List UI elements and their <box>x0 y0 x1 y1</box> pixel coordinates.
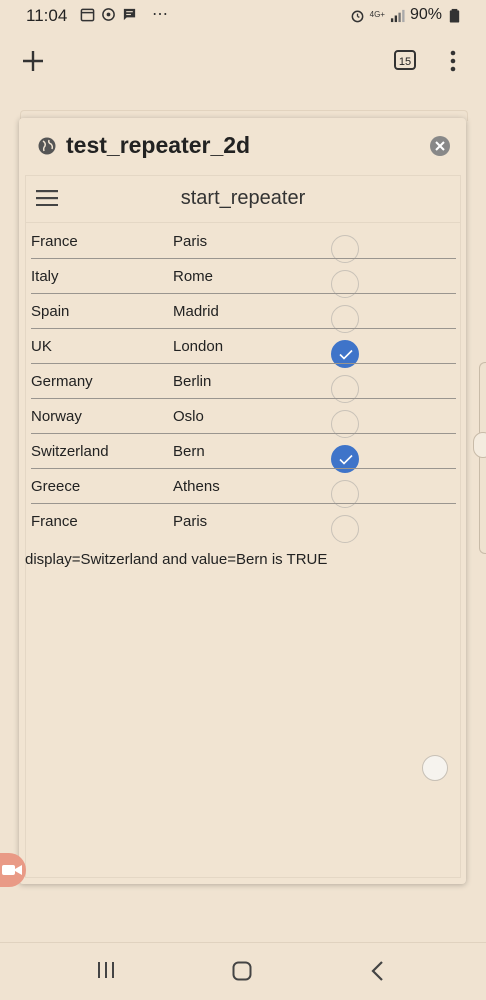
row-value: London <box>173 338 224 355</box>
sync-icon <box>102 8 115 21</box>
repeater-header: start_repeater <box>26 176 460 223</box>
table-row: France Paris <box>26 224 460 263</box>
back-icon[interactable] <box>370 960 384 982</box>
row-checkbox[interactable] <box>331 515 359 543</box>
table-row: Germany Berlin <box>26 364 460 403</box>
table-row: France Paris <box>26 504 460 543</box>
tabs-button[interactable]: 15 <box>394 50 416 70</box>
card-title: test_repeater_2d <box>66 132 251 158</box>
status-bar: 11:04 ⋯ 4G+ 90% <box>0 0 486 32</box>
table-row: UK London <box>26 329 460 368</box>
result-text: display=Switzerland and value=Bern is TR… <box>25 551 328 568</box>
recent-apps-icon[interactable] <box>97 962 115 978</box>
row-value: Paris <box>173 513 208 530</box>
table-row: Switzerland Bern <box>26 434 460 473</box>
globe-icon <box>38 137 56 155</box>
checkmark-icon <box>339 349 353 360</box>
row-display: Greece <box>31 478 81 495</box>
table-row: Spain Madrid <box>26 294 460 333</box>
row-display: Spain <box>31 303 70 320</box>
repeater-rows: France Paris Italy Rome Spain Madrid UK … <box>26 224 460 543</box>
navigation-bar <box>0 942 486 1000</box>
battery-percent: 90% <box>409 6 442 23</box>
table-row: Greece Athens <box>26 469 460 508</box>
row-value: Rome <box>173 268 214 285</box>
row-display: Italy <box>31 268 59 285</box>
alarm-icon <box>351 10 364 22</box>
row-value: Athens <box>173 478 220 495</box>
video-camera-icon <box>2 865 22 875</box>
close-icon[interactable] <box>430 136 450 156</box>
message-icon <box>123 8 136 21</box>
status-right: 4G+ 90% <box>350 6 462 24</box>
row-value: Bern <box>173 443 205 460</box>
row-value: Paris <box>173 233 208 250</box>
edge-panel-handle[interactable] <box>479 362 486 554</box>
more-notifications-icon: ⋯ <box>152 6 169 23</box>
status-time: 11:04 <box>26 6 68 25</box>
card-header: test_repeater_2d <box>19 118 466 174</box>
notification-icons <box>80 7 137 22</box>
row-value: Berlin <box>173 373 212 390</box>
row-display: France <box>31 233 78 250</box>
network-type: 4G+ <box>369 10 385 19</box>
row-display: Norway <box>31 408 82 425</box>
repeater-panel: start_repeater France Paris Italy Rome S… <box>25 175 461 878</box>
edge-panel-knob[interactable] <box>473 432 486 458</box>
row-display: Switzerland <box>31 443 109 460</box>
battery-icon <box>449 8 460 23</box>
checkmark-icon <box>339 454 353 465</box>
more-vert-icon[interactable] <box>447 50 459 72</box>
add-button[interactable] <box>20 48 46 74</box>
row-value: Madrid <box>173 303 219 320</box>
row-display: Germany <box>31 373 93 390</box>
form-card: test_repeater_2d start_repeater France P… <box>19 118 466 884</box>
calendar-icon <box>80 8 95 22</box>
row-display: France <box>31 513 78 530</box>
floating-action-button[interactable] <box>422 755 448 781</box>
home-icon[interactable] <box>232 961 252 981</box>
table-row: Norway Oslo <box>26 399 460 438</box>
row-value: Oslo <box>173 408 204 425</box>
repeater-title: start_repeater <box>180 187 306 209</box>
row-display: UK <box>31 338 52 355</box>
table-row: Italy Rome <box>26 259 460 298</box>
signal-icon <box>390 9 405 22</box>
